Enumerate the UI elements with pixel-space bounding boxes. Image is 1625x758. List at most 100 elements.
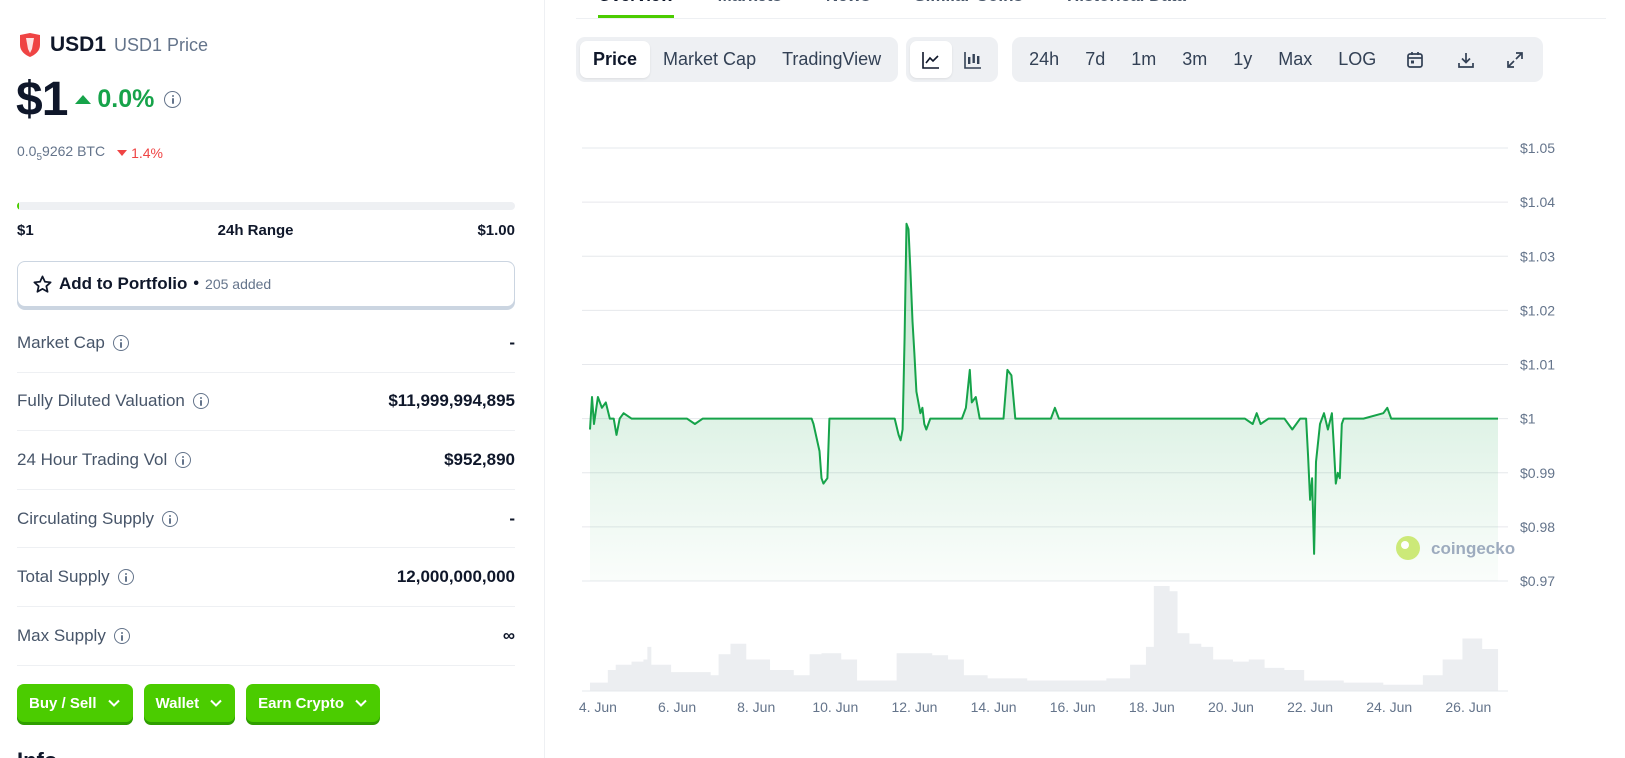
candlestick-chart-button[interactable] — [952, 41, 994, 78]
download-button[interactable] — [1441, 41, 1491, 78]
x-tick-label: 24. Jun — [1366, 699, 1412, 715]
add-to-portfolio-button[interactable]: Add to Portfolio • 205 added — [17, 261, 515, 307]
candlestick-icon — [964, 51, 982, 69]
chevron-down-icon — [355, 699, 367, 707]
coin-stats: Market Cap - Fully Diluted Valuation $11… — [17, 314, 515, 666]
btc-price: 0.059262 BTC — [17, 143, 106, 163]
y-tick-label: $0.98 — [1520, 519, 1555, 535]
watermark-text: coingecko — [1431, 539, 1515, 558]
time-range-tabs: 24h 7d 1m 3m 1y Max LOG — [1012, 37, 1544, 82]
price-change-value: 0.0% — [97, 85, 155, 113]
x-tick-label: 26. Jun — [1445, 699, 1491, 715]
caret-down-icon — [117, 149, 128, 156]
action-buttons: Buy / Sell Wallet Earn Crypto — [17, 684, 381, 722]
line-chart-button[interactable] — [910, 41, 953, 78]
chart-type-toggle — [906, 37, 999, 82]
tab-overview[interactable]: Overview — [598, 0, 674, 18]
tab-market-cap[interactable]: Market Cap — [650, 41, 769, 78]
info-icon[interactable] — [175, 451, 192, 468]
price-area — [590, 223, 1498, 582]
calendar-icon — [1407, 51, 1424, 68]
stat-row-trading-vol: 24 Hour Trading Vol $952,890 — [17, 431, 515, 490]
y-tick-label: $1.05 — [1520, 140, 1555, 156]
stat-row-market-cap: Market Cap - — [17, 314, 515, 373]
tab-markets[interactable]: Markets — [718, 0, 782, 18]
chart-toolbar: Price Market Cap TradingView 24h 7d 1m 3… — [576, 37, 1544, 82]
stat-label: Fully Diluted Valuation — [17, 391, 185, 411]
chevron-down-icon — [210, 699, 222, 707]
info-icon[interactable] — [117, 569, 134, 586]
y-tick-label: $0.97 — [1520, 573, 1555, 589]
data-type-tabs: Price Market Cap TradingView — [576, 37, 899, 82]
x-tick-label: 8. Jun — [737, 699, 775, 715]
portfolio-count: 205 added — [205, 276, 272, 292]
earn-crypto-button[interactable]: Earn Crypto — [246, 684, 381, 722]
fullscreen-button[interactable] — [1491, 41, 1539, 78]
star-icon — [33, 275, 52, 293]
portfolio-label: Add to Portfolio — [59, 274, 188, 293]
info-icon[interactable] — [113, 627, 130, 644]
stat-row-circulating-supply: Circulating Supply - — [17, 490, 515, 549]
range-label: 24h Range — [217, 222, 294, 239]
coin-overview-panel: USD1 USD1 Price $1 0.0% 0.059262 BTC 1.4… — [0, 0, 545, 758]
x-tick-label: 4. Jun — [579, 699, 617, 715]
chart-panel: Overview Markets News Similar Coins Hist… — [576, 0, 1625, 758]
coingecko-logo-icon — [1396, 536, 1420, 560]
info-icon[interactable] — [164, 91, 182, 108]
range-1m[interactable]: 1m — [1118, 41, 1169, 78]
section-tabs: Overview Markets News Similar Coins Hist… — [576, 0, 1606, 19]
stat-label: Market Cap — [17, 332, 105, 352]
range-7d[interactable]: 7d — [1072, 41, 1118, 78]
x-tick-label: 16. Jun — [1050, 699, 1096, 715]
stat-label: 24 Hour Trading Vol — [17, 449, 168, 469]
current-price: $1 — [16, 73, 68, 126]
x-tick-label: 10. Jun — [812, 699, 858, 715]
x-tick-label: 18. Jun — [1129, 699, 1175, 715]
wallet-button[interactable]: Wallet — [143, 684, 236, 722]
stat-label: Total Supply — [17, 567, 110, 587]
stat-label: Max Supply — [17, 625, 106, 645]
caret-up-icon — [75, 95, 92, 104]
range-labels: $1 24h Range $1.00 — [17, 222, 515, 239]
price-chart[interactable]: $1.05 $1.04 $1.03 $1.02 $1.01 $1 $0.99 $0.98 $0.… — [576, 100, 1625, 750]
volume-area — [590, 586, 1499, 691]
stat-row-fdv: Fully Diluted Valuation $11,999,994,895 — [17, 373, 515, 432]
price-row: $1 0.0% — [16, 72, 182, 127]
usd1-logo-icon — [20, 33, 40, 57]
info-icon[interactable] — [162, 510, 179, 527]
tab-historical-data[interactable]: Historical Data — [1067, 0, 1186, 18]
y-tick-label: $1.01 — [1520, 357, 1555, 373]
x-tick-label: 14. Jun — [971, 699, 1017, 715]
tab-similar-coins[interactable]: Similar Coins — [914, 0, 1023, 18]
stat-value: - — [509, 332, 515, 352]
range-3m[interactable]: 3m — [1169, 41, 1220, 78]
log-scale-toggle[interactable]: LOG — [1325, 41, 1389, 78]
x-tick-label: 6. Jun — [658, 699, 696, 715]
tab-news[interactable]: News — [826, 0, 870, 18]
info-icon[interactable] — [112, 334, 129, 351]
info-icon[interactable] — [192, 393, 209, 410]
coin-symbol: USD1 — [50, 33, 107, 56]
y-tick-label: $1.04 — [1520, 194, 1555, 210]
stat-value: - — [509, 508, 515, 528]
range-1y[interactable]: 1y — [1220, 41, 1265, 78]
range-max[interactable]: Max — [1265, 41, 1325, 78]
stat-value: 12,000,000,000 — [396, 567, 515, 587]
y-tick-label: $1.02 — [1520, 302, 1555, 318]
stat-row-total-supply: Total Supply 12,000,000,000 — [17, 548, 515, 607]
range-bar-fill — [17, 202, 19, 210]
info-heading: Info — [17, 748, 57, 758]
chevron-down-icon — [107, 699, 120, 707]
tab-tradingview[interactable]: TradingView — [769, 41, 894, 78]
line-chart-icon — [922, 51, 940, 69]
btc-change-value: 1.4% — [131, 144, 163, 161]
buy-sell-button[interactable]: Buy / Sell — [17, 684, 133, 722]
expand-icon — [1507, 51, 1524, 68]
range-24h[interactable]: 24h — [1016, 41, 1072, 78]
range-low: $1 — [17, 222, 34, 239]
calendar-button[interactable] — [1389, 41, 1441, 78]
y-tick-label: $1.03 — [1520, 248, 1555, 264]
x-tick-label: 12. Jun — [891, 699, 937, 715]
tab-price[interactable]: Price — [580, 41, 651, 78]
stat-value: $952,890 — [444, 449, 515, 469]
